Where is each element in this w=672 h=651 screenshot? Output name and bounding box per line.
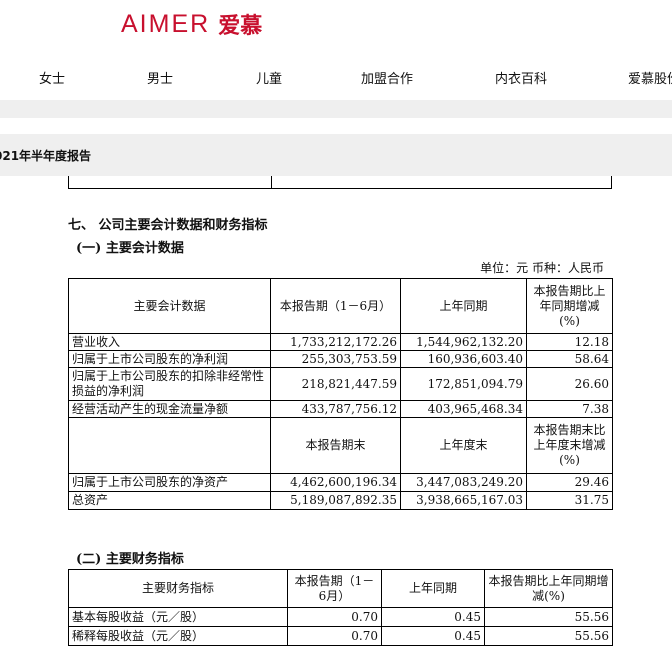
row-label: 基本每股收益（元／股） [68, 607, 288, 627]
value-prior: 0.45 [381, 607, 485, 627]
table-header-row: 主要会计数据 本报告期（1－6月） 上年同期 本报告期比上年同期增减(%) [68, 278, 613, 334]
header-cell: 本报告期末比上年度末增减(%) [526, 417, 613, 474]
value-current: 0.70 [287, 626, 382, 646]
table-row: 归属于上市公司股东的扣除非经常性损益的净利润 218,821,447.59 17… [68, 367, 613, 401]
row-label: 营业收入 [68, 333, 271, 351]
table-row: 归属于上市公司股东的净资产 4,462,600,196.34 3,447,083… [68, 473, 613, 492]
nav-item-franchise[interactable]: 加盟合作 [361, 68, 413, 87]
header-cell: 上年同期 [400, 278, 527, 334]
value-prior: 160,936,603.40 [400, 350, 527, 368]
value-current: 218,821,447.59 [270, 367, 401, 401]
value-current: 433,787,756.12 [270, 400, 401, 418]
header-cell: 本报告期比上年同期增减(%) [484, 569, 613, 608]
financial-indicators-table: 主要财务指标 本报告期（1－6月） 上年同期 本报告期比上年同期增减(%) 基本… [68, 569, 613, 646]
header-cell: 本报告期（1－6月） [287, 569, 382, 608]
value-current: 1,733,212,172.26 [270, 333, 401, 351]
currency-unit: 单位：元 币种：人民币 [480, 261, 604, 275]
row-label: 归属于上市公司股东的净资产 [68, 473, 271, 492]
value-current: 0.70 [287, 607, 382, 627]
report-title-bar: 021年半年度报告 [0, 134, 672, 176]
header-cell: 上年度末 [400, 417, 527, 474]
main-nav: 女士 男士 儿童 加盟合作 内衣百科 爱慕股份 [0, 62, 672, 92]
report-title: 021年半年度报告 [0, 149, 92, 163]
value-current: 255,303,753.59 [270, 350, 401, 368]
accounting-data-table: 主要会计数据 本报告期（1－6月） 上年同期 本报告期比上年同期增减(%) 营业… [68, 278, 613, 510]
table-row: 基本每股收益（元／股） 0.70 0.45 55.56 [68, 607, 613, 627]
header-cell-empty [68, 417, 271, 474]
logo-chinese: 爱慕 [218, 14, 263, 39]
header-cell: 本报告期（1－6月） [270, 278, 401, 334]
value-change: 26.60 [526, 367, 613, 401]
header-cell: 本报告期比上年同期增减(%) [526, 278, 613, 334]
nav-item-encyclopedia[interactable]: 内衣百科 [495, 68, 547, 87]
value-prior: 403,965,468.34 [400, 400, 527, 418]
value-change: 55.56 [484, 607, 613, 627]
nav-item-women[interactable]: 女士 [39, 68, 65, 87]
value-prior: 1,544,962,132.20 [400, 333, 527, 351]
value-current: 4,462,600,196.34 [270, 473, 401, 492]
value-prior: 172,851,094.79 [400, 367, 527, 401]
row-label: 归属于上市公司股东的净利润 [68, 350, 271, 368]
value-change: 7.38 [526, 400, 613, 418]
row-label: 总资产 [68, 491, 271, 510]
table-row: 归属于上市公司股东的净利润 255,303,753.59 160,936,603… [68, 350, 613, 368]
value-change: 29.46 [526, 473, 613, 492]
value-prior: 0.45 [381, 626, 485, 646]
row-label: 经营活动产生的现金流量净额 [68, 400, 271, 418]
subsection-accounting-data: (一) 主要会计数据 [76, 241, 184, 256]
value-change: 31.75 [526, 491, 613, 510]
table-row: 稀释每股收益（元／股） 0.70 0.45 55.56 [68, 626, 613, 646]
site-header: AIMER 爱慕 [0, 0, 672, 50]
header-cell: 上年同期 [381, 569, 485, 608]
value-change: 55.56 [484, 626, 613, 646]
nav-item-kids[interactable]: 儿童 [256, 68, 282, 87]
row-label: 归属于上市公司股东的扣除非经常性损益的净利润 [68, 367, 271, 401]
header-cell: 本报告期末 [270, 417, 401, 474]
header-cell: 主要会计数据 [68, 278, 271, 334]
nav-item-investor[interactable]: 爱慕股份 [628, 68, 672, 87]
logo-wordmark: AIMER [121, 9, 211, 38]
subsection-financial-indicators: (二) 主要财务指标 [76, 552, 184, 567]
divider-band [0, 100, 672, 118]
table-header-row: 本报告期末 上年度末 本报告期末比上年度末增减(%) [68, 417, 613, 474]
nav-item-men[interactable]: 男士 [147, 68, 173, 87]
value-prior: 3,938,665,167.03 [400, 491, 527, 510]
table-fragment-divider [271, 176, 272, 189]
table-row: 总资产 5,189,087,892.35 3,938,665,167.03 31… [68, 491, 613, 510]
header-cell: 主要财务指标 [68, 569, 288, 608]
value-current: 5,189,087,892.35 [270, 491, 401, 510]
table-row: 经营活动产生的现金流量净额 433,787,756.12 403,965,468… [68, 400, 613, 418]
value-change: 12.18 [526, 333, 613, 351]
section-heading: 七、 公司主要会计数据和财务指标 [68, 218, 268, 233]
row-label: 稀释每股收益（元／股） [68, 626, 288, 646]
table-row: 营业收入 1,733,212,172.26 1,544,962,132.20 1… [68, 333, 613, 351]
table-header-row: 主要财务指标 本报告期（1－6月） 上年同期 本报告期比上年同期增减(%) [68, 569, 613, 608]
brand-logo[interactable]: AIMER 爱慕 [121, 6, 262, 42]
value-prior: 3,447,083,249.20 [400, 473, 527, 492]
value-change: 58.64 [526, 350, 613, 368]
table-fragment [68, 176, 612, 189]
